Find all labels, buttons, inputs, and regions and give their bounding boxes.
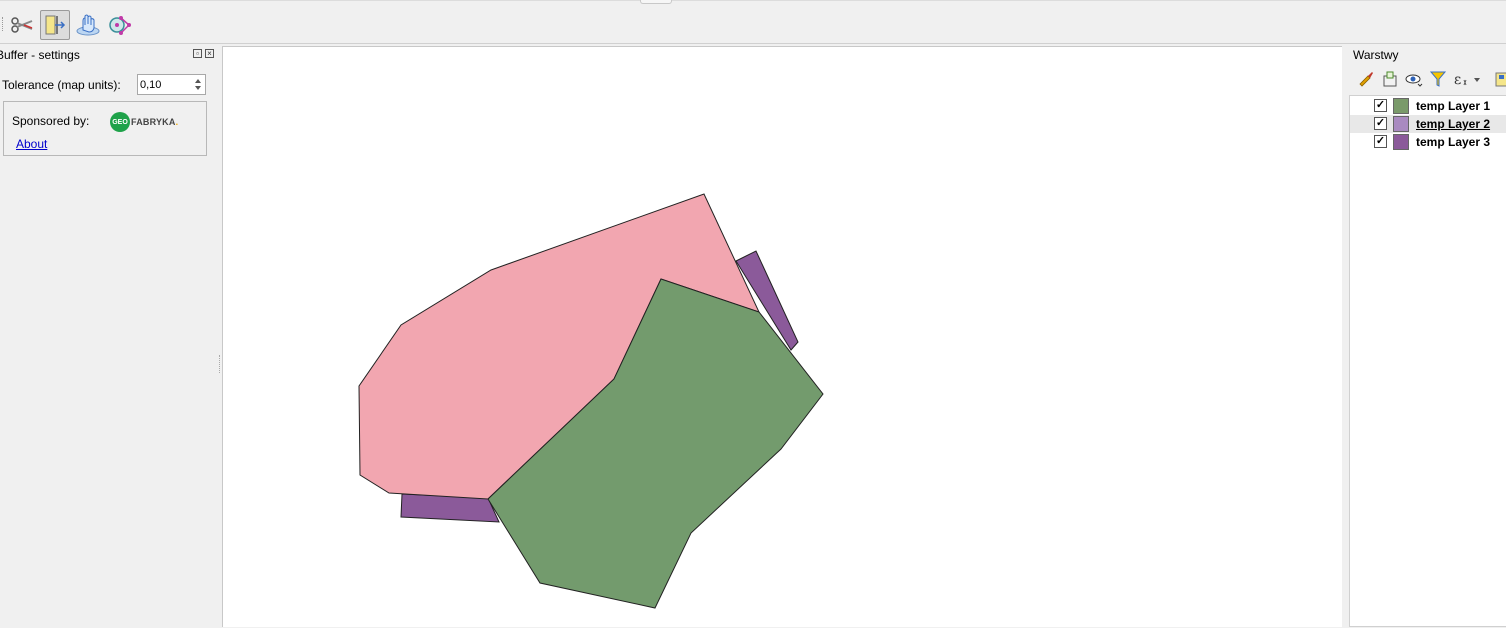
close-panel-icon[interactable]: ×: [205, 49, 214, 58]
layers-panel-title: Warstwy: [1353, 48, 1399, 62]
logo-geo-circle: GEO: [110, 112, 130, 132]
scissors-icon: [11, 17, 33, 33]
add-group-icon[interactable]: [1381, 70, 1399, 88]
spin-up-icon[interactable]: [195, 79, 201, 83]
tolerance-spinbox[interactable]: [137, 74, 206, 95]
expand-all-icon[interactable]: [1493, 70, 1506, 88]
layer-2-name[interactable]: temp Layer 2: [1416, 117, 1490, 131]
layers-toolbar: ε: [1353, 70, 1506, 88]
logo-text: FABRYKA: [131, 117, 176, 127]
geofabryka-logo: GEO FABRYKA.: [110, 112, 178, 132]
layer-1-name[interactable]: temp Layer 1: [1416, 99, 1490, 113]
layer-2-symbol-icon[interactable]: [1393, 116, 1409, 132]
svg-text:ε: ε: [1454, 72, 1461, 88]
layers-panel: Warstwy ε ✓ temp Layer 1 ✓ temp Layer 2 …: [1343, 44, 1506, 627]
logo-dot: .: [175, 117, 179, 127]
touch-layer-button[interactable]: [73, 10, 103, 40]
layer-2-checkbox[interactable]: ✓: [1374, 117, 1387, 130]
visibility-eye-icon[interactable]: [1405, 70, 1423, 88]
layer-3-name[interactable]: temp Layer 3: [1416, 135, 1490, 149]
dropdown-arrow-icon[interactable]: [1471, 70, 1489, 88]
toolbar-notch: [640, 0, 672, 4]
about-link[interactable]: About: [16, 137, 47, 151]
layer-1-symbol-icon[interactable]: [1393, 98, 1409, 114]
map-canvas[interactable]: [222, 46, 1342, 627]
layer-row-3[interactable]: ✓ temp Layer 3: [1350, 133, 1506, 151]
layer-row-2[interactable]: ✓ temp Layer 2: [1350, 115, 1506, 133]
scissors-button[interactable]: [7, 10, 37, 40]
layer-1-checkbox[interactable]: ✓: [1374, 99, 1387, 112]
layer-row-1[interactable]: ✓ temp Layer 1: [1350, 97, 1506, 115]
tolerance-spin-buttons[interactable]: [193, 76, 204, 93]
sponsored-by-label: Sponsored by:: [12, 114, 90, 128]
toolbar-grip[interactable]: [2, 17, 5, 31]
style-brush-icon[interactable]: [1357, 70, 1375, 88]
float-panel-icon[interactable]: ▫: [193, 49, 202, 58]
expression-filter-icon[interactable]: ε: [1453, 70, 1471, 88]
filter-icon[interactable]: [1429, 70, 1447, 88]
tolerance-label: Tolerance (map units):: [2, 78, 121, 92]
split-view-icon: [45, 15, 66, 35]
buffer-settings-panel: Buffer - settings ▫ × Tolerance (map uni…: [0, 44, 220, 627]
layer-3-checkbox[interactable]: ✓: [1374, 135, 1387, 148]
sponsor-groupbox: Sponsored by: GEO FABRYKA. About: [3, 101, 207, 156]
main-toolbar: [0, 0, 1506, 44]
touch-layer-icon: [76, 14, 100, 36]
tolerance-input[interactable]: [140, 77, 190, 92]
map-svg: [358, 193, 824, 609]
node-tool-button[interactable]: [105, 10, 135, 40]
spin-down-icon[interactable]: [195, 86, 201, 90]
layer-3-symbol-icon[interactable]: [1393, 134, 1409, 150]
layer-tree: ✓ temp Layer 1 ✓ temp Layer 2 ✓ temp Lay…: [1349, 95, 1506, 627]
panel-title: Buffer - settings: [0, 48, 80, 62]
split-view-button[interactable]: [40, 10, 70, 40]
node-tool-icon: [109, 16, 131, 35]
